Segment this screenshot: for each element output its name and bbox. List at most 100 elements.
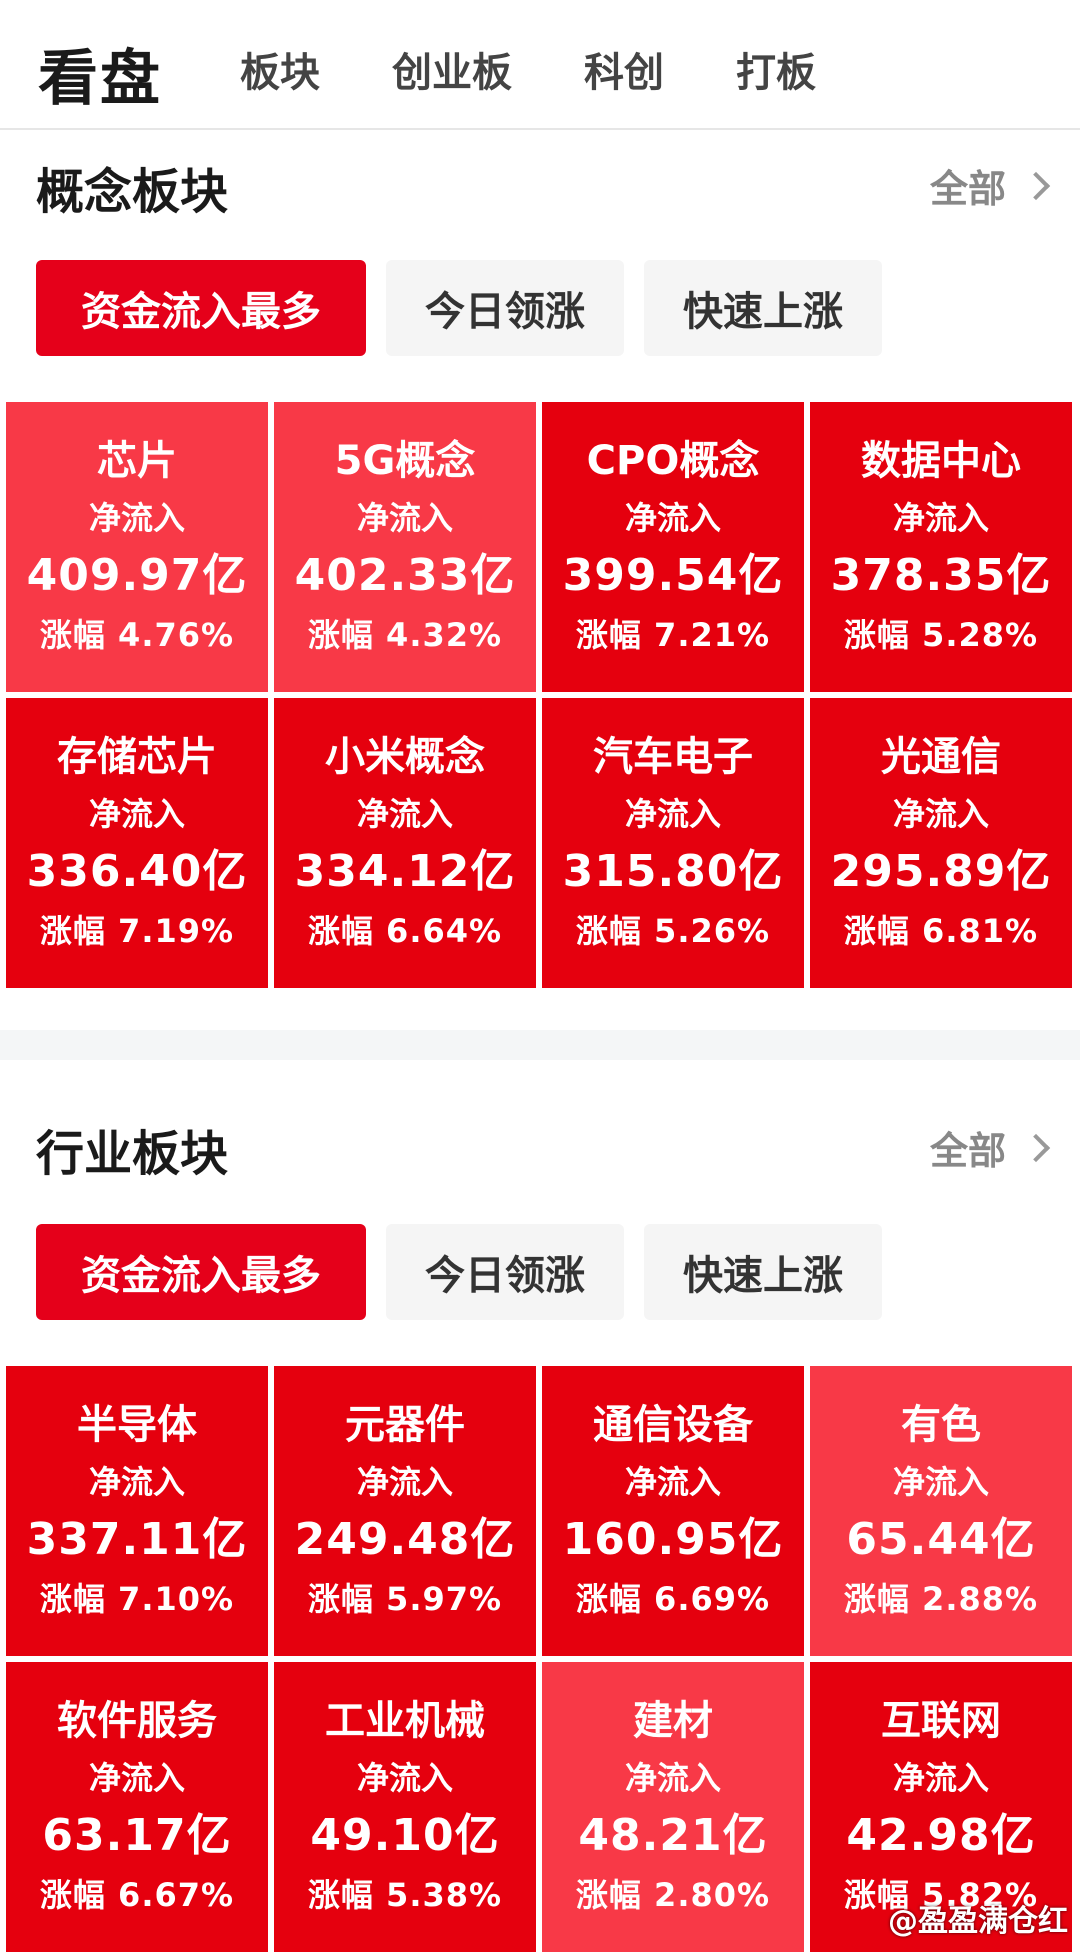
sector-tile[interactable]: 存储芯片净流入 336.40亿涨幅 7.19%	[6, 698, 268, 988]
net-inflow-label: 净流入	[356, 499, 453, 537]
tab-top-gainers[interactable]: 今日领涨	[386, 260, 624, 356]
sector-tile[interactable]: 芯片净流入 409.97亿涨幅 4.76%	[6, 402, 268, 692]
sector-tile[interactable]: CPO概念净流入 399.54亿涨幅 7.21%	[542, 402, 804, 692]
sector-tile[interactable]: 半导体净流入 337.11亿涨幅 7.10%	[6, 1366, 268, 1656]
sector-tile[interactable]: 工业机械 净流入 49.10亿 涨幅 5.38%	[274, 1662, 536, 1952]
tab-top-gainers[interactable]: 今日领涨	[386, 1224, 624, 1320]
change-percent: 涨幅 2.88%	[843, 1580, 1039, 1618]
sector-tile[interactable]: 数据中心净流入 378.35亿涨幅 5.28%	[810, 402, 1072, 692]
net-inflow-value: 409.97亿	[26, 550, 248, 601]
chevron-right-icon	[1021, 171, 1051, 200]
net-inflow-value: 249.48亿	[294, 1514, 516, 1565]
net-inflow-label: 净流入	[624, 1463, 721, 1501]
change-percent: 涨幅 6.81%	[843, 912, 1039, 950]
change-percent: 涨幅 7.10%	[39, 1580, 235, 1618]
net-inflow-label: 净流入	[892, 499, 989, 537]
watermark-text: @盈盈满仓红	[888, 1904, 1068, 1939]
sector-name: 工业机械	[325, 1698, 485, 1744]
net-inflow-value: 42.98亿	[846, 1810, 1036, 1861]
net-inflow-label: 净流入	[624, 499, 721, 537]
sector-name: 半导体	[77, 1402, 197, 1448]
net-inflow-label: 净流入	[892, 1463, 989, 1501]
sector-name: 小米概念	[325, 734, 485, 780]
change-percent: 涨幅 4.76%	[39, 616, 235, 654]
tab-most-inflow[interactable]: 资金流入最多	[36, 260, 366, 356]
net-inflow-value: 65.44亿	[846, 1514, 1036, 1565]
sector-tile[interactable]: 5G概念 净流入 402.33亿 涨幅 4.32%	[274, 402, 536, 692]
net-inflow-label: 净流入	[892, 1759, 989, 1797]
concept-view-all-link[interactable]: 全部	[929, 158, 1051, 213]
top-nav: 板块 创业板 科创 打板	[240, 40, 816, 98]
industry-section-title: 行业板块	[36, 1126, 229, 1182]
sector-name: 有色	[901, 1402, 981, 1448]
net-inflow-value: 295.89亿	[830, 846, 1052, 897]
sector-name: 芯片	[97, 438, 177, 484]
net-inflow-label: 净流入	[88, 499, 185, 537]
section-divider	[0, 1030, 1080, 1060]
industry-section: 行业板块 全部 资金流入最多 今日领涨 快速上涨 半导体净流入 337.11亿涨幅…	[0, 1092, 1080, 1954]
change-percent: 涨幅 5.26%	[575, 912, 771, 950]
sector-name: CPO概念	[586, 438, 760, 484]
net-inflow-value: 334.12亿	[294, 846, 516, 897]
net-inflow-label: 净流入	[356, 1463, 453, 1501]
view-all-label: 全部	[929, 1129, 1006, 1173]
net-inflow-label: 净流入	[88, 795, 185, 833]
top-bar: 看盘 板块 创业板 科创 打板	[0, 0, 1080, 130]
change-percent: 涨幅 5.97%	[307, 1580, 503, 1618]
tab-most-inflow[interactable]: 资金流入最多	[36, 1224, 366, 1320]
net-inflow-label: 净流入	[624, 1759, 721, 1797]
net-inflow-value: 63.17亿	[42, 1810, 232, 1861]
sector-name: 存储芯片	[57, 734, 217, 780]
net-inflow-value: 337.11亿	[26, 1514, 248, 1565]
chevron-right-icon	[1021, 1133, 1051, 1162]
nav-tab-star-market[interactable]: 科创	[584, 40, 664, 98]
view-all-label: 全部	[929, 167, 1006, 211]
concept-tabs: 资金流入最多 今日领涨 快速上涨	[36, 260, 882, 356]
change-percent: 涨幅 2.80%	[575, 1876, 771, 1914]
tab-fast-rising[interactable]: 快速上涨	[644, 260, 882, 356]
sector-name: 元器件	[345, 1402, 465, 1448]
concept-section-title: 概念板块	[36, 164, 229, 220]
nav-tab-limit-up[interactable]: 打板	[736, 40, 816, 98]
sector-tile[interactable]: 软件服务 净流入 63.17亿 涨幅 6.67%	[6, 1662, 268, 1952]
industry-tabs: 资金流入最多 今日领涨 快速上涨	[36, 1224, 882, 1320]
net-inflow-value: 160.95亿	[562, 1514, 784, 1565]
nav-tab-chinext[interactable]: 创业板	[392, 40, 512, 98]
net-inflow-value: 48.21亿	[578, 1810, 768, 1861]
watermark: @盈盈满仓红	[888, 1896, 1068, 1940]
industry-view-all-link[interactable]: 全部	[929, 1120, 1051, 1175]
net-inflow-value: 399.54亿	[562, 550, 784, 601]
net-inflow-value: 378.35亿	[830, 550, 1052, 601]
sector-tile[interactable]: 有色净流入 65.44亿涨幅 2.88%	[810, 1366, 1072, 1656]
sector-tile[interactable]: 光通信 净流入 295.89亿 涨幅 6.81%	[810, 698, 1072, 988]
concept-sector-grid: 芯片 净流入 409.97亿 涨幅 4.76% 5G概念 净流入 402.33亿 涨幅 4.3…	[6, 402, 1074, 988]
tab-fast-rising[interactable]: 快速上涨	[644, 1224, 882, 1320]
sector-tile[interactable]: 元器件净流入 249.48亿涨幅 5.97%	[274, 1366, 536, 1656]
change-percent: 涨幅 7.19%	[39, 912, 235, 950]
net-inflow-label: 净流入	[356, 795, 453, 833]
net-inflow-value: 336.40亿	[26, 846, 248, 897]
change-percent: 涨幅 7.21%	[575, 616, 771, 654]
change-percent: 涨幅 5.38%	[307, 1876, 503, 1914]
sector-name: 通信设备	[593, 1402, 753, 1448]
sector-name: 汽车电子	[593, 734, 753, 780]
change-percent: 涨幅 5.28%	[843, 616, 1039, 654]
net-inflow-label: 净流入	[88, 1759, 185, 1797]
net-inflow-value: 315.80亿	[562, 846, 784, 897]
sector-name: 光通信	[881, 734, 1001, 780]
sector-name: 互联网	[881, 1698, 1001, 1744]
sector-tile[interactable]: 通信设备净流入 160.95亿涨幅 6.69%	[542, 1366, 804, 1656]
net-inflow-label: 净流入	[356, 1759, 453, 1797]
net-inflow-label: 净流入	[88, 1463, 185, 1501]
sector-tile[interactable]: 汽车电子 净流入 315.80亿 涨幅 5.26%	[542, 698, 804, 988]
sector-name: 软件服务	[57, 1698, 217, 1744]
change-percent: 涨幅 4.32%	[307, 616, 503, 654]
change-percent: 涨幅 6.69%	[575, 1580, 771, 1618]
sector-name: 数据中心	[861, 438, 1021, 484]
concept-section: 概念板块 全部 资金流入最多 今日领涨 快速上涨 芯片净流入 409.97亿涨幅 …	[0, 130, 1080, 1030]
sector-tile[interactable]: 建材 净流入 48.21亿 涨幅 2.80%	[542, 1662, 804, 1952]
sector-name: 5G概念	[334, 438, 476, 484]
change-percent: 涨幅 6.64%	[307, 912, 503, 950]
nav-tab-sectors[interactable]: 板块	[240, 40, 320, 98]
sector-tile[interactable]: 小米概念净流入 334.12亿涨幅 6.64%	[274, 698, 536, 988]
